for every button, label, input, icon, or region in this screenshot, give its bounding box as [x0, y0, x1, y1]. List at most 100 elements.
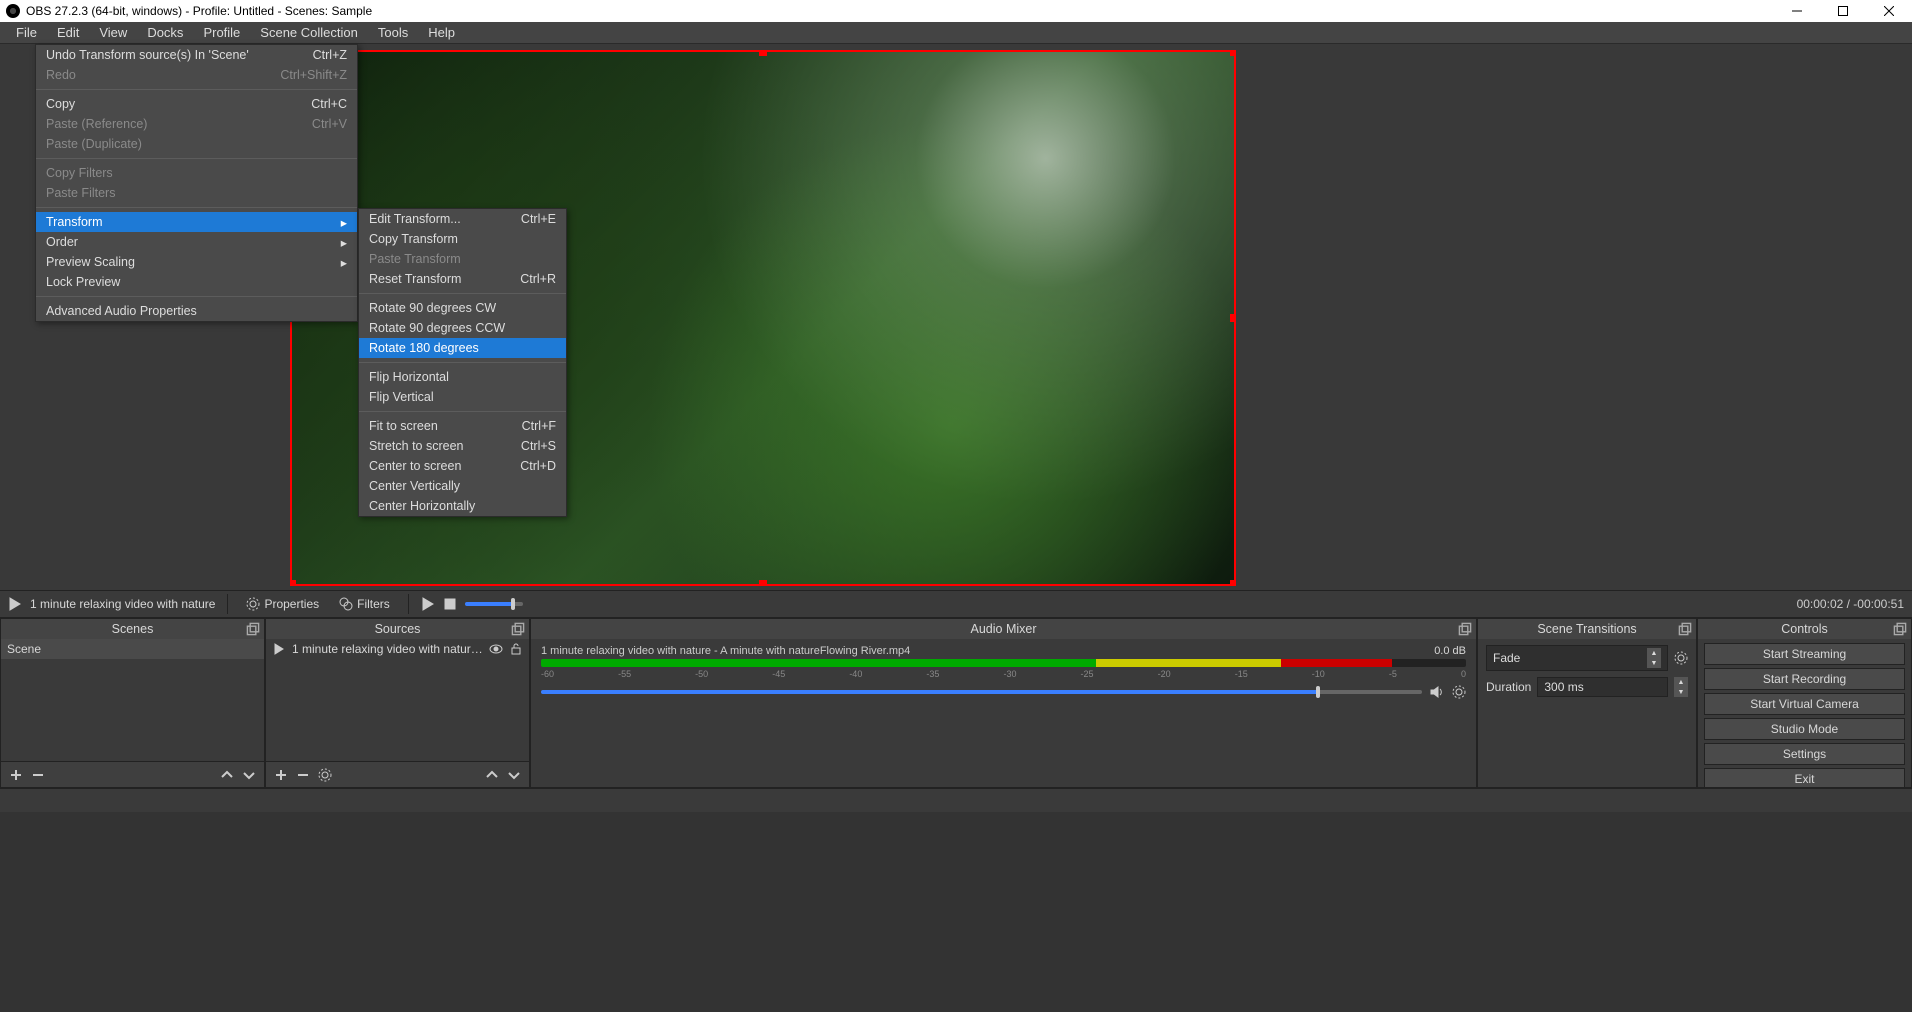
dock-popout-icon[interactable]	[1458, 622, 1472, 636]
menu-profile[interactable]: Profile	[193, 23, 250, 42]
resize-handle[interactable]	[1230, 580, 1236, 586]
resize-handle[interactable]	[1230, 314, 1236, 322]
speaker-icon[interactable]	[1430, 685, 1444, 699]
transform-menu-item[interactable]: Reset TransformCtrl+R	[359, 269, 566, 289]
minimize-button[interactable]	[1774, 0, 1820, 22]
add-scene-button[interactable]	[9, 768, 23, 782]
dock-popout-icon[interactable]	[511, 622, 525, 636]
scenes-title: Scenes	[112, 622, 154, 636]
remove-scene-button[interactable]	[31, 768, 45, 782]
menu-file[interactable]: File	[6, 23, 47, 42]
filters-button[interactable]: Filters	[333, 595, 396, 613]
resize-handle[interactable]	[290, 580, 296, 586]
menu-tools[interactable]: Tools	[368, 23, 418, 42]
media-play-button[interactable]	[421, 597, 435, 611]
scenes-header: Scenes	[1, 619, 264, 639]
chevron-up-icon[interactable]: ▲	[1674, 677, 1688, 687]
transition-settings-button[interactable]	[1674, 651, 1688, 665]
remove-source-button[interactable]	[296, 768, 310, 782]
menu-item-label: Rotate 90 degrees CCW	[369, 321, 505, 335]
edit-menu-item[interactable]: Preview Scaling▸	[36, 252, 357, 272]
transform-menu-item: Paste Transform	[359, 249, 566, 269]
transform-submenu: Edit Transform...Ctrl+ECopy TransformPas…	[358, 208, 567, 517]
edit-menu-item[interactable]: Advanced Audio Properties	[36, 301, 357, 321]
menu-scene-collection[interactable]: Scene Collection	[250, 23, 368, 42]
vu-tick: -60	[541, 669, 554, 679]
transform-menu-item[interactable]: Rotate 180 degrees	[359, 338, 566, 358]
sources-dock: Sources 1 minute relaxing video with nat…	[265, 618, 530, 788]
chevron-down-icon[interactable]: ▼	[1674, 687, 1688, 697]
resize-handle[interactable]	[759, 50, 767, 56]
gear-icon	[246, 597, 260, 611]
edit-menu-item[interactable]: CopyCtrl+C	[36, 94, 357, 114]
menu-separator	[359, 293, 566, 294]
menu-shortcut: Ctrl+Shift+Z	[250, 68, 347, 82]
dock-popout-icon[interactable]	[246, 622, 260, 636]
maximize-button[interactable]	[1820, 0, 1866, 22]
transform-menu-item[interactable]: Flip Vertical	[359, 387, 566, 407]
transition-current: Fade	[1493, 651, 1520, 665]
menu-separator	[359, 362, 566, 363]
add-source-button[interactable]	[274, 768, 288, 782]
studio-mode-button[interactable]: Studio Mode	[1704, 718, 1905, 740]
menu-item-label: Flip Horizontal	[369, 370, 449, 384]
edit-menu-item[interactable]: Undo Transform source(s) In 'Scene'Ctrl+…	[36, 45, 357, 65]
edit-menu-item: Paste Filters	[36, 183, 357, 203]
dock-popout-icon[interactable]	[1678, 622, 1692, 636]
menu-view[interactable]: View	[89, 23, 137, 42]
visibility-toggle-icon[interactable]	[489, 642, 503, 656]
settings-button[interactable]: Settings	[1704, 743, 1905, 765]
menu-edit[interactable]: Edit	[47, 23, 89, 42]
menu-separator	[36, 158, 357, 159]
transition-select[interactable]: Fade ▲ ▼	[1486, 645, 1668, 671]
source-properties-button[interactable]	[318, 768, 332, 782]
move-scene-up-button[interactable]	[220, 768, 234, 782]
transitions-title: Scene Transitions	[1537, 622, 1636, 636]
duration-input[interactable]: 300 ms	[1537, 677, 1668, 697]
start-virtual-camera-button[interactable]: Start Virtual Camera	[1704, 693, 1905, 715]
lock-toggle-icon[interactable]	[509, 642, 523, 656]
transform-menu-item[interactable]: Center to screenCtrl+D	[359, 456, 566, 476]
menu-item-label: Lock Preview	[46, 275, 120, 289]
titlebar: OBS 27.2.3 (64-bit, windows) - Profile: …	[0, 0, 1912, 22]
transform-menu-item[interactable]: Rotate 90 degrees CCW	[359, 318, 566, 338]
edit-menu-item[interactable]: Lock Preview	[36, 272, 357, 292]
menu-item-label: Redo	[46, 68, 76, 82]
move-scene-down-button[interactable]	[242, 768, 256, 782]
resize-handle[interactable]	[759, 580, 767, 586]
transform-menu-item[interactable]: Stretch to screenCtrl+S	[359, 436, 566, 456]
transform-menu-item[interactable]: Flip Horizontal	[359, 367, 566, 387]
edit-menu-item[interactable]: Transform▸	[36, 212, 357, 232]
move-source-up-button[interactable]	[485, 768, 499, 782]
media-seek-slider[interactable]	[465, 602, 523, 606]
close-button[interactable]	[1866, 0, 1912, 22]
transform-menu-item[interactable]: Center Vertically	[359, 476, 566, 496]
dock-popout-icon[interactable]	[1893, 622, 1907, 636]
properties-button[interactable]: Properties	[240, 595, 325, 613]
resize-handle[interactable]	[1230, 50, 1236, 56]
scene-item[interactable]: Scene	[1, 639, 264, 659]
transform-menu-item[interactable]: Rotate 90 degrees CW	[359, 298, 566, 318]
audio-mixer-dock: Audio Mixer 1 minute relaxing video with…	[530, 618, 1477, 788]
transform-menu-item[interactable]: Copy Transform	[359, 229, 566, 249]
vu-tick: -5	[1389, 669, 1397, 679]
menu-item-label: Copy Filters	[46, 166, 113, 180]
menu-separator	[36, 207, 357, 208]
menu-docks[interactable]: Docks	[137, 23, 193, 42]
move-source-down-button[interactable]	[507, 768, 521, 782]
media-stop-button[interactable]	[443, 597, 457, 611]
transform-menu-item[interactable]: Fit to screenCtrl+F	[359, 416, 566, 436]
chevron-up-icon[interactable]: ▲	[1647, 648, 1661, 658]
transform-menu-item[interactable]: Edit Transform...Ctrl+E	[359, 209, 566, 229]
mixer-settings-button[interactable]	[1452, 685, 1466, 699]
start-streaming-button[interactable]: Start Streaming	[1704, 643, 1905, 665]
volume-slider[interactable]	[541, 690, 1422, 694]
chevron-down-icon[interactable]: ▼	[1647, 658, 1661, 668]
start-recording-button[interactable]: Start Recording	[1704, 668, 1905, 690]
menu-item-label: Reset Transform	[369, 272, 461, 286]
exit-button[interactable]: Exit	[1704, 768, 1905, 787]
source-item[interactable]: 1 minute relaxing video with nature - A …	[266, 639, 529, 659]
transform-menu-item[interactable]: Center Horizontally	[359, 496, 566, 516]
edit-menu-item[interactable]: Order▸	[36, 232, 357, 252]
menu-help[interactable]: Help	[418, 23, 465, 42]
